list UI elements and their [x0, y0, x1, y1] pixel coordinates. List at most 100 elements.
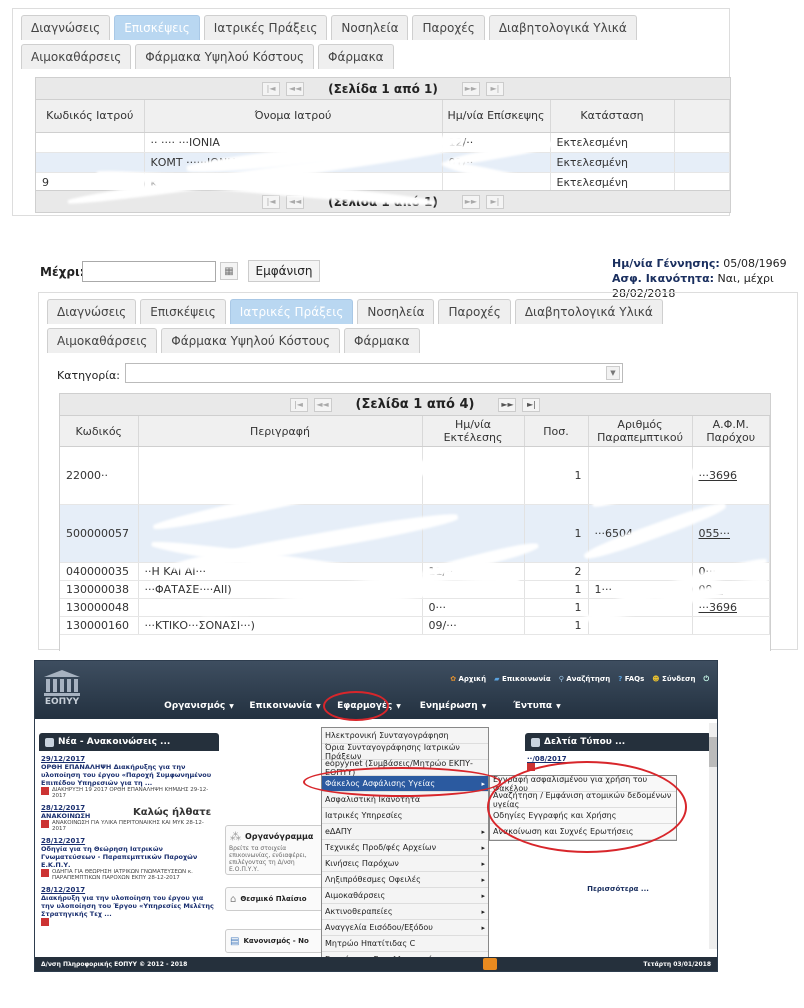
cell-code: 130000038: [60, 580, 139, 599]
menu-contact[interactable]: Επικοινωνία ▼: [243, 701, 327, 711]
apps-menu-item[interactable]: Κινήσεις Παρόχων ▸: [322, 856, 488, 872]
tab-5[interactable]: Διαβητολογικά Υλικά: [488, 15, 637, 40]
table-row[interactable]: 130000160 ···ΚΤΙΚΟ···ΣΟΝΑΣΙ···) 09/··· 1: [60, 616, 770, 635]
col-referral[interactable]: Αριθμός Παραπεμπτικού: [588, 416, 693, 447]
org-chart-card[interactable]: ⁂ Οργανόγραμμα Βρείτε τα στοιχεία επικοι…: [225, 825, 325, 875]
tab-1[interactable]: Επισκέψεις: [114, 15, 200, 40]
col-status[interactable]: Κατάσταση: [550, 100, 675, 133]
pdf-icon[interactable]: [41, 869, 49, 877]
col-provider-afm[interactable]: Α.Φ.Μ. Παρόχου: [692, 416, 770, 447]
pdf-icon[interactable]: [41, 918, 49, 926]
first-page-button[interactable]: |◄: [262, 81, 281, 96]
news-header: Νέα - Ανακοινώσεις ...: [39, 733, 219, 751]
footer-date: Τετάρτη 03/01/2018: [643, 960, 711, 968]
news-file[interactable]: ΑΝΑΚΟΙΝΩΣΗ ΓΙΑ ΥΛΙΚΑ ΠΕΡΙΤΟΝΑΙΚΗΣ ΚΑΙ ΜΥ…: [52, 820, 217, 832]
until-date-input[interactable]: [82, 261, 216, 282]
chevron-down-icon: ▼: [396, 702, 401, 710]
news-title[interactable]: Οδηγία για τη Θεώρηση Ιατρικών Γνωματεύσ…: [41, 845, 217, 869]
chevron-right-icon: ▸: [481, 875, 485, 884]
power-icon[interactable]: ⏻: [703, 675, 709, 684]
next-page-button[interactable]: ►►: [461, 81, 480, 96]
tab-0[interactable]: Διαγνώσεις: [21, 15, 111, 40]
calendar-button[interactable]: ▦: [220, 262, 238, 280]
cell-desc: ···ΚΤΙΚΟ···ΣΟΝΑΣΙ···): [138, 616, 423, 635]
prev-page-button[interactable]: ◄◄: [286, 81, 305, 96]
regulation-card[interactable]: ▤ Κανονισμός - Νο: [225, 929, 325, 953]
last-page-button[interactable]: ►|: [485, 81, 504, 96]
tab-2[interactable]: Ιατρικές Πράξεις: [203, 15, 328, 40]
next-page-button[interactable]: ►►: [461, 194, 480, 209]
tab-3[interactable]: Νοσηλεία: [357, 299, 435, 324]
search-icon: ⚲: [558, 675, 564, 683]
pdf-icon[interactable]: [41, 787, 49, 795]
chevron-down-icon: ▼: [556, 702, 561, 710]
tab-1[interactable]: Επισκέψεις: [140, 299, 226, 324]
category-select[interactable]: ▼: [125, 363, 623, 383]
news-item[interactable]: 29/12/2017 ΟΡΘΗ ΕΠΑΝΑΛΗΨΗ Διακήρυξης για …: [41, 755, 217, 799]
more-link[interactable]: Περισσότερα ...: [525, 885, 711, 893]
first-page-button[interactable]: |◄: [289, 397, 308, 412]
col-description[interactable]: Περιγραφή: [138, 416, 423, 447]
tab-4[interactable]: Παροχές: [438, 299, 511, 324]
news-item[interactable]: 28/12/2017 Οδηγία για τη Θεώρηση Ιατρικών…: [41, 837, 217, 881]
building-icon: ⌂: [230, 893, 237, 905]
pdf-icon[interactable]: [41, 820, 49, 828]
scrollbar[interactable]: [709, 723, 717, 949]
eopyy-logo[interactable]: ΕΟΠΥΥ: [41, 669, 83, 713]
last-page-button[interactable]: ►|: [485, 194, 504, 209]
apps-menu-item[interactable]: Αναγγελία Εισόδου/Εξόδου ▸: [322, 920, 488, 936]
news-title[interactable]: Διακήρυξη για την υλοποίηση του έργου γι…: [41, 894, 217, 918]
chevron-down-icon: ▼: [481, 702, 487, 710]
menu-organization[interactable]: Οργανισμός ▼: [155, 701, 243, 711]
next-page-button[interactable]: ►►: [498, 397, 517, 412]
eopyy-portal: ΕΟΠΥΥ ✿ Αρχική ▰ Επικοινωνία ⚲ Αναζήτηση…: [34, 660, 718, 972]
apps-menu-item[interactable]: eΔΑΠΥ ▸: [322, 824, 488, 840]
show-button[interactable]: Εμφάνιση: [248, 260, 320, 282]
news-file[interactable]: ΔΙΑΚΗΡΥΞΗ 19 2017 ΟΡΘΗ ΕΠΑΝΑΛΗΨΗ ΚΗΜΔΗΣ …: [52, 787, 217, 799]
news-file[interactable]: ΟΔΗΓΙΑ ΓΙΑ ΘΕΩΡΗΣΗ ΙΑΤΡΙΚΩΝ ΓΝΩΜΑΤΕΥΣΕΩΝ…: [52, 869, 217, 881]
col-quantity[interactable]: Ποσ.: [524, 416, 589, 447]
tab-2[interactable]: Ιατρικές Πράξεις: [229, 299, 354, 324]
prev-page-button[interactable]: ◄◄: [313, 397, 332, 412]
menu-forms[interactable]: Έντυπα ▼: [495, 701, 579, 711]
org-chart-icon: ⁂: [230, 830, 241, 843]
org-chart-label: Οργανόγραμμα: [245, 832, 314, 841]
tab-8[interactable]: Φάρμακα: [344, 328, 420, 353]
news-item[interactable]: 28/12/2017 Διακήρυξη για την υλοποίηση το…: [41, 886, 217, 926]
tab-6[interactable]: Αιμοκαθάρσεις: [21, 44, 132, 69]
apps-menu-item[interactable]: Τεχνικές Προδ/φές Αρχείων ▸: [322, 840, 488, 856]
col-doctor-name[interactable]: Όνομα Ιατρού: [144, 100, 443, 133]
top-link-faqs[interactable]: ? FAQs: [618, 675, 644, 684]
cell-code: 130000160: [60, 616, 139, 635]
col-visit-date[interactable]: Ημ/νία Επίσκεψης: [442, 100, 551, 133]
rss-icon[interactable]: [483, 958, 498, 970]
tab-0[interactable]: Διαγνώσεις: [47, 299, 137, 324]
apps-menu-item[interactable]: Αιμοκαθάρσεις ▸: [322, 888, 488, 904]
col-doctor-code[interactable]: Κωδικός Ιατρού: [36, 100, 145, 133]
tab-4[interactable]: Παροχές: [412, 15, 485, 40]
top-link-contact[interactable]: ▰ Επικοινωνία: [494, 675, 551, 684]
chevron-down-icon[interactable]: ▼: [606, 366, 620, 380]
apps-menu-item[interactable]: Ακτινοθεραπείες ▸: [322, 904, 488, 920]
apps-menu-item[interactable]: Ιατρικές Υπηρεσίες: [322, 808, 488, 824]
menu-news[interactable]: Ενημέρωση ▼: [411, 701, 495, 711]
scrollbar-thumb[interactable]: [709, 737, 717, 767]
framework-card[interactable]: ⌂ Θεσμικό Πλαίσιο: [225, 887, 325, 911]
tab-8[interactable]: Φάρμακα: [318, 44, 394, 69]
cell-date: 0···: [422, 598, 525, 617]
apps-menu-item[interactable]: Μητρώο Ηπατίτιδας C: [322, 936, 488, 952]
first-page-button[interactable]: |◄: [262, 194, 281, 209]
apps-menu-item[interactable]: Ληξιπρόθεσμες Οφειλές ▸: [322, 872, 488, 888]
tab-7[interactable]: Φάρμακα Υψηλού Κόστους: [161, 328, 341, 353]
col-code[interactable]: Κωδικός: [60, 416, 139, 447]
tab-6[interactable]: Αιμοκαθάρσεις: [47, 328, 158, 353]
col-exec-date[interactable]: Ημ/νία Εκτέλεσης: [422, 416, 525, 447]
top-link-home[interactable]: ✿ Αρχική: [450, 675, 486, 684]
tab-7[interactable]: Φάρμακα Υψηλού Κόστους: [135, 44, 315, 69]
tab-5[interactable]: Διαβητολογικά Υλικά: [514, 299, 663, 324]
news-title[interactable]: ΟΡΘΗ ΕΠΑΝΑΛΗΨΗ Διακήρυξης για την υλοποί…: [41, 763, 217, 787]
top-link-login[interactable]: ☻ Σύνδεση: [652, 675, 695, 684]
last-page-button[interactable]: ►|: [522, 397, 541, 412]
top-link-search[interactable]: ⚲ Αναζήτηση: [559, 675, 611, 684]
tab-3[interactable]: Νοσηλεία: [331, 15, 409, 40]
